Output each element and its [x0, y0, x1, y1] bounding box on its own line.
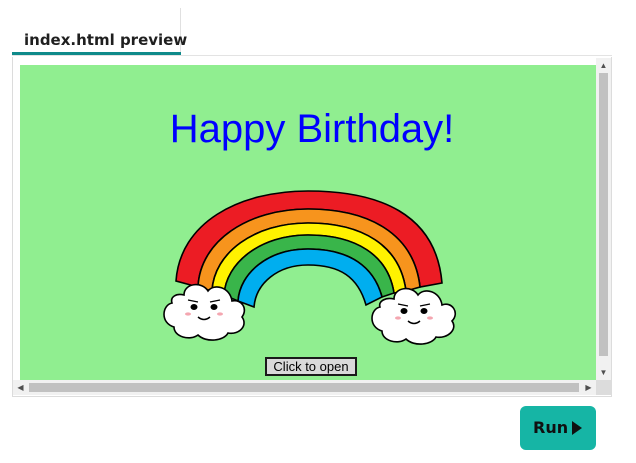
run-button-label: Run [533, 418, 569, 437]
preview-viewport: Happy Birthday! Click to open [20, 65, 596, 380]
vertical-scrollbar[interactable]: ▲ ▼ [596, 58, 611, 380]
scrollbar-corner [596, 380, 611, 395]
vertical-scroll-thumb[interactable] [599, 73, 608, 356]
horizontal-scroll-thumb[interactable] [29, 383, 579, 392]
arrow-up-icon[interactable]: ▲ [596, 58, 611, 73]
tab-bar-divider [12, 55, 612, 56]
arrow-right-icon[interactable]: ▶ [581, 380, 596, 395]
click-to-open-button[interactable]: Click to open [265, 357, 357, 376]
birthday-heading: Happy Birthday! [169, 107, 455, 151]
play-icon [572, 421, 582, 435]
arrow-down-icon[interactable]: ▼ [596, 365, 611, 380]
tab-index-html-preview[interactable]: index.html preview [12, 8, 187, 55]
arrow-left-icon[interactable]: ◀ [13, 380, 28, 395]
horizontal-scrollbar[interactable]: ◀ ▶ [13, 380, 596, 395]
run-button[interactable]: Run [520, 406, 596, 450]
tab-label: index.html preview [24, 31, 188, 49]
rainbow-with-smiling-clouds-icon [163, 190, 457, 345]
